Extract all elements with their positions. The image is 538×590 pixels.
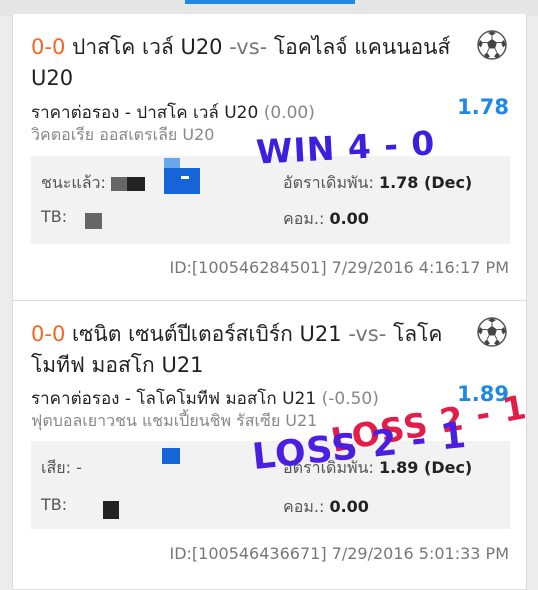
status-label: เสีย: [41,458,71,477]
bet-market: ราคาต่อรอง - โลโคโมทีฟ มอสโก U21 (-0.50) [31,385,379,412]
bet-datetime: 7/29/2016 4:16:17 PM [331,258,509,277]
redacted-mark-gap [181,176,189,179]
original-odds-value: 1.78 (Dec) [378,173,473,192]
original-odds-label: อัตราเดิมพัน: [283,173,374,192]
match-score: 0-0 [31,35,66,59]
league-name: ฟุตบอลเยาวชน แชมเปี้ยนชิพ รัสเซีย U21 [31,411,318,430]
commission-value: 0.00 [329,209,369,228]
status-value: - [76,458,82,477]
tb-field: TB: [41,495,67,514]
match-title: 0-0 เซนิต เซนต์ปีเตอร์สเบิร์ก U21 -vs- โ… [31,319,461,381]
bet-id-line: ID:[100546436671] 7/29/2016 5:01:33 PM [169,544,509,563]
redacted-amount [127,177,145,191]
bet-id-line: ID:[100546284501] 7/29/2016 4:16:17 PM [169,258,509,277]
soccer-ball-icon [477,317,507,347]
commission-field: คอม.: 0.00 [283,495,369,520]
tb-label: TB: [41,495,68,514]
bet-id: ID:[100546436671] [169,544,327,563]
commission-label: คอม.: [283,209,325,228]
soccer-ball-icon [477,30,507,60]
redacted-mark [162,448,180,464]
handicap: (-0.50) [321,389,379,409]
match-title: 0-0 ปาสโค เวล์ U20 -vs- โอคไลจ์ แคนนอนส์… [31,32,461,94]
status-field: ชนะแล้ว: [41,171,106,196]
match-score: 0-0 [31,322,66,346]
status-label: ชนะแล้ว: [41,173,106,192]
redacted-mark [164,168,200,194]
tb-field: TB: [41,207,67,226]
market-label: ราคาต่อรอง - โลโคโมทีฟ มอสโก U21 [31,389,317,409]
vs-separator: -vs- [229,35,268,59]
status-field: เสีย: - [41,456,82,481]
tb-label: TB: [41,207,68,226]
league-name: วิคตอเรีย ออสเตรเลีย U20 [31,125,215,144]
commission-label: คอม.: [283,497,325,516]
home-team: ปาสโค เวล์ U20 [72,35,223,59]
bet-datetime: 7/29/2016 5:01:33 PM [331,544,509,563]
original-odds-field: อัตราเดิมพัน: 1.78 (Dec) [283,171,472,196]
redacted-tb [85,213,102,229]
bet-id: ID:[100546284501] [169,258,327,277]
home-team: เซนิต เซนต์ปีเตอร์สเบิร์ก U21 [72,322,342,346]
redacted-amount [111,177,127,191]
commission-field: คอม.: 0.00 [283,207,369,232]
handicap: (0.00) [263,103,315,123]
odds-value: 1.78 [457,95,509,119]
bet-market: ราคาต่อรอง - ปาสโค เวล์ U20 (0.00) [31,99,315,126]
market-label: ราคาต่อรอง - ปาสโค เวล์ U20 [31,103,259,123]
redacted-tb [103,501,119,519]
commission-value: 0.00 [329,497,369,516]
active-tab-indicator [185,0,355,4]
vs-separator: -vs- [348,322,387,346]
